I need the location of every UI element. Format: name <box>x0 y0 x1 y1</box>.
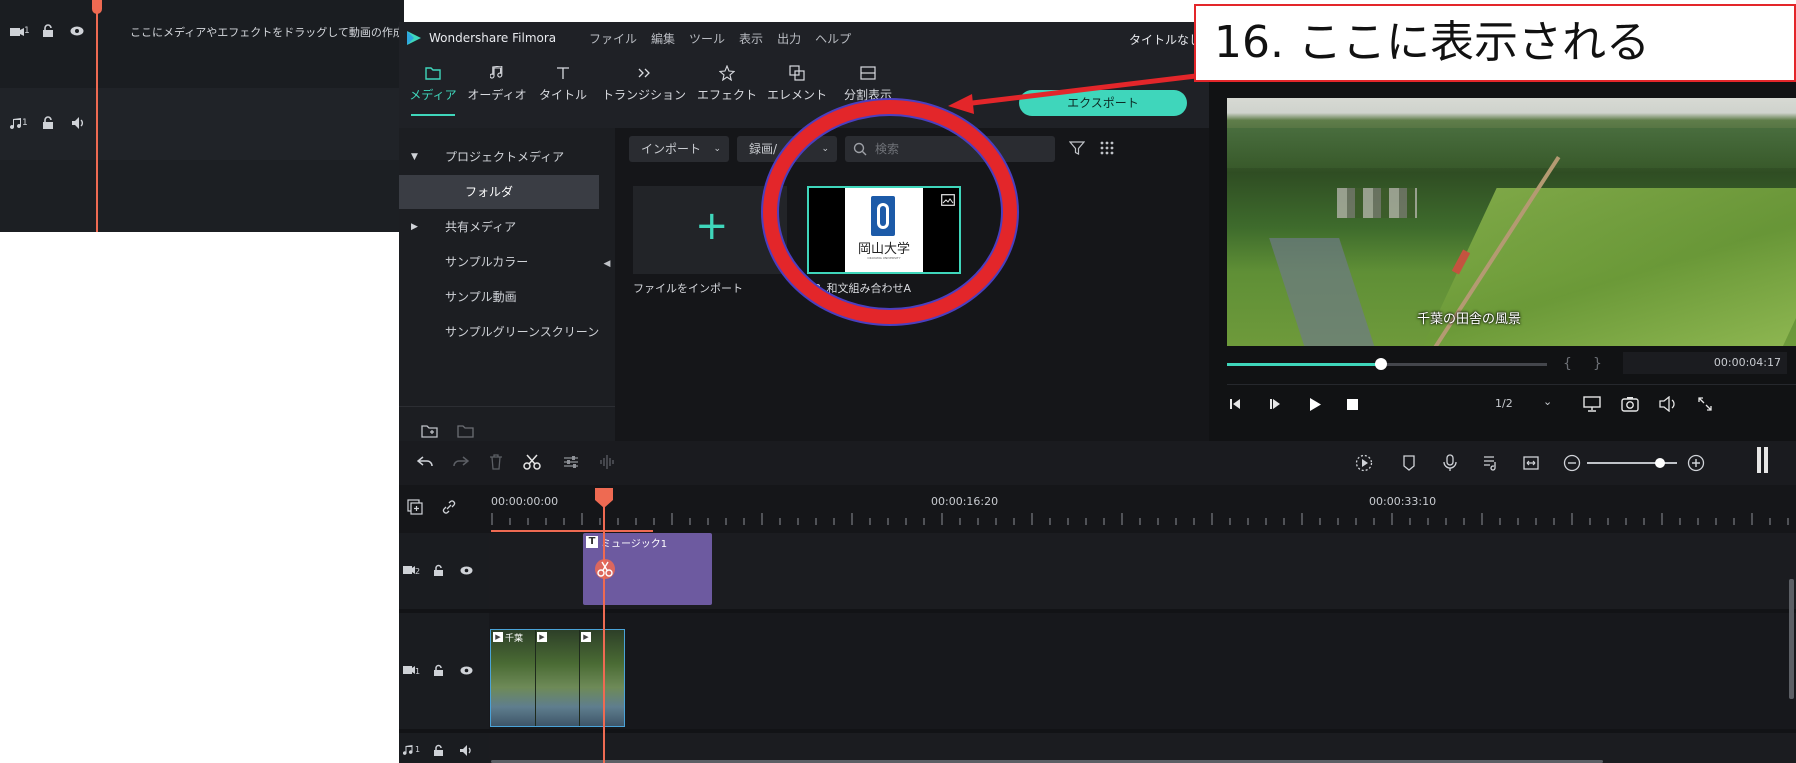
annotation-arrow-head <box>948 94 974 114</box>
annotation-overlay <box>761 73 1197 326</box>
annotation-arrow-line <box>963 73 1197 107</box>
annotation-callout: 16. ここに表示される <box>1194 4 1796 82</box>
highlight-circle <box>763 100 1017 324</box>
